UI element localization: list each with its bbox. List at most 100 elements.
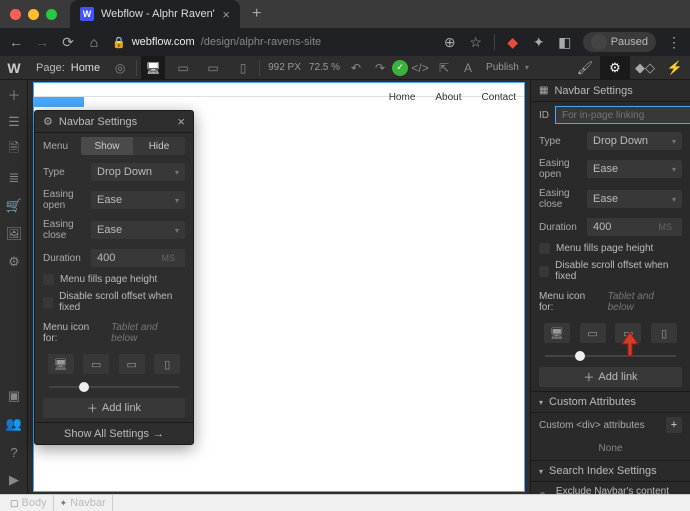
attributes-none: None xyxy=(531,437,690,460)
canvas-navbar[interactable]: Home About Contact xyxy=(34,83,524,97)
menu-icon[interactable]: ⋮ xyxy=(666,34,682,51)
fp-type-select[interactable]: Drop Down▾ xyxy=(91,163,185,181)
forward-button[interactable]: → xyxy=(34,34,50,50)
menu-label: Menu xyxy=(43,141,75,152)
desktop-icon[interactable]: 🖥 xyxy=(141,56,165,80)
fp-add-link-button[interactable]: ＋ Add link xyxy=(43,398,185,418)
add-link-button[interactable]: ＋ Add link xyxy=(539,367,682,387)
menu-fills-checkbox[interactable]: Menu fills page height xyxy=(531,240,690,257)
assets-icon[interactable]: 🖼 xyxy=(0,220,28,248)
mac-zoom[interactable] xyxy=(46,9,57,20)
search-index-section[interactable]: ▾ Search Index Settings xyxy=(531,460,690,482)
tablet-icon[interactable]: ▭ xyxy=(171,56,195,80)
device-tablet-icon[interactable]: ▭ xyxy=(83,354,109,374)
fp-easing-open-label: Easing open xyxy=(43,189,85,211)
page-selector[interactable]: Page: Home xyxy=(28,62,108,74)
cms-icon[interactable]: ≣ xyxy=(0,164,28,192)
code-icon[interactable]: </> xyxy=(408,56,432,80)
status-ok-icon[interactable]: ✓ xyxy=(392,60,408,76)
nav-link-about[interactable]: About xyxy=(435,92,461,103)
search-icon[interactable]: 👥 xyxy=(0,410,28,438)
ecommerce-icon[interactable]: 🛒 xyxy=(0,192,28,220)
selection-handle[interactable] xyxy=(34,97,84,107)
navbar-crumb-icon: ✦ xyxy=(60,498,68,509)
easing-close-select[interactable]: Ease▾ xyxy=(587,190,682,208)
add-attribute-button[interactable]: + xyxy=(666,417,682,433)
custom-div-label: Custom <div> attributes xyxy=(539,420,645,431)
export-icon[interactable]: ⇱ xyxy=(432,56,456,80)
audit-icon[interactable]: A xyxy=(456,56,480,80)
add-element-icon[interactable]: ＋ xyxy=(0,80,28,108)
install-icon[interactable]: ⊕ xyxy=(442,34,458,51)
custom-attributes-section[interactable]: ▾ Custom Attributes xyxy=(531,391,690,413)
canvas-zoom[interactable]: 72.5 % xyxy=(305,62,344,73)
breakpoint-slider[interactable] xyxy=(545,351,676,361)
fp-easing-close-select[interactable]: Ease▾ xyxy=(91,221,185,239)
device-mobile-icon[interactable]: ▯ xyxy=(154,354,180,374)
fp-disable-scroll-checkbox[interactable]: Disable scroll offset when fixed xyxy=(35,288,193,316)
nav-link-home[interactable]: Home xyxy=(389,92,416,103)
help-icon[interactable]: ? xyxy=(0,438,28,466)
device-mobile-landscape-icon[interactable]: ▭ xyxy=(119,354,145,374)
settings-tab-icon[interactable]: ⚙ xyxy=(600,56,630,80)
fp-easing-open-select[interactable]: Ease▾ xyxy=(91,191,185,209)
duration-input[interactable]: 400MS xyxy=(587,218,682,236)
exclude-navbar-toggle[interactable]: Exclude Navbar's content from site searc… xyxy=(531,482,690,494)
settings-icon[interactable]: ⚙ xyxy=(0,248,28,276)
redo-icon[interactable]: ↷ xyxy=(368,56,392,80)
fp-breakpoint-slider[interactable] xyxy=(49,382,179,392)
home-button[interactable]: ⌂ xyxy=(86,34,102,50)
menu-icon-for-hint: Tablet and below xyxy=(608,291,682,313)
fp-menu-fills-checkbox[interactable]: Menu fills page height xyxy=(35,271,193,288)
floating-panel-header[interactable]: ⚙ Navbar Settings × xyxy=(35,111,193,133)
publish-button[interactable]: Publish xyxy=(480,62,525,73)
tab-close-icon[interactable]: × xyxy=(222,7,230,22)
browser-tab[interactable]: W Webflow - Alphr Raven's Site × xyxy=(70,0,240,28)
fp-duration-input[interactable]: 400MS xyxy=(91,249,185,267)
style-tab-icon[interactable]: 🖌 xyxy=(570,56,600,80)
address-bar[interactable]: 🔒 webflow.com/design/alphr-ravens-site xyxy=(112,31,432,53)
preview-icon[interactable]: ◎ xyxy=(108,56,132,80)
device-desktop-icon[interactable]: 🖥 xyxy=(48,354,74,374)
right-tabs: 🖌 ⚙ ◆◇ ⚡ xyxy=(570,56,690,80)
menu-toggle: Show Hide xyxy=(81,137,185,155)
type-select[interactable]: Drop Down▾ xyxy=(587,132,682,150)
device-mobile-icon[interactable]: ▯ xyxy=(651,323,677,343)
webflow-logo[interactable]: W xyxy=(0,56,28,80)
id-input[interactable] xyxy=(555,106,690,124)
video-icon[interactable]: ▶ xyxy=(0,466,28,494)
styleman-tab-icon[interactable]: ◆◇ xyxy=(630,56,660,80)
reload-button[interactable]: ⟳ xyxy=(60,34,76,51)
interactions-tab-icon[interactable]: ⚡ xyxy=(660,56,690,80)
mobile-icon[interactable]: ▯ xyxy=(231,56,255,80)
breadcrumb-navbar[interactable]: ✦ Navbar xyxy=(54,495,113,511)
navigator-icon[interactable]: ☰ xyxy=(0,108,28,136)
ext-icon-1[interactable]: ◆ xyxy=(505,34,521,51)
ext-icon-2[interactable]: ◧ xyxy=(557,34,573,51)
mac-close[interactable] xyxy=(10,9,21,20)
device-desktop-icon[interactable]: 🖥 xyxy=(544,323,570,343)
star-icon[interactable]: ☆ xyxy=(468,34,484,51)
extensions-icon[interactable]: ✦ xyxy=(531,34,547,51)
mac-minimize[interactable] xyxy=(28,9,39,20)
disable-scroll-checkbox[interactable]: Disable scroll offset when fixed xyxy=(531,257,690,285)
profile-paused[interactable]: Paused xyxy=(583,32,656,52)
slider-thumb[interactable] xyxy=(575,351,585,361)
back-button[interactable]: ← xyxy=(8,34,24,50)
show-button[interactable]: Show xyxy=(81,137,133,155)
nav-link-contact[interactable]: Contact xyxy=(482,92,516,103)
breadcrumb-body[interactable]: ▢ Body xyxy=(4,495,54,511)
undo-icon[interactable]: ↶ xyxy=(344,56,368,80)
show-all-settings-button[interactable]: Show All Settings → xyxy=(35,422,193,444)
type-label: Type xyxy=(539,136,581,147)
new-tab-button[interactable]: + xyxy=(252,5,261,23)
audit-rail-icon[interactable]: ▣ xyxy=(0,382,28,410)
mobile-landscape-icon[interactable]: ▭ xyxy=(201,56,225,80)
hide-button[interactable]: Hide xyxy=(133,137,185,155)
canvas-width[interactable]: 992 PX xyxy=(264,62,305,73)
pages-icon[interactable]: 🗎 xyxy=(0,136,28,164)
device-tablet-icon[interactable]: ▭ xyxy=(580,323,606,343)
close-icon[interactable]: × xyxy=(177,114,185,129)
easing-open-select[interactable]: Ease▾ xyxy=(587,160,682,178)
slider-thumb[interactable] xyxy=(79,382,89,392)
